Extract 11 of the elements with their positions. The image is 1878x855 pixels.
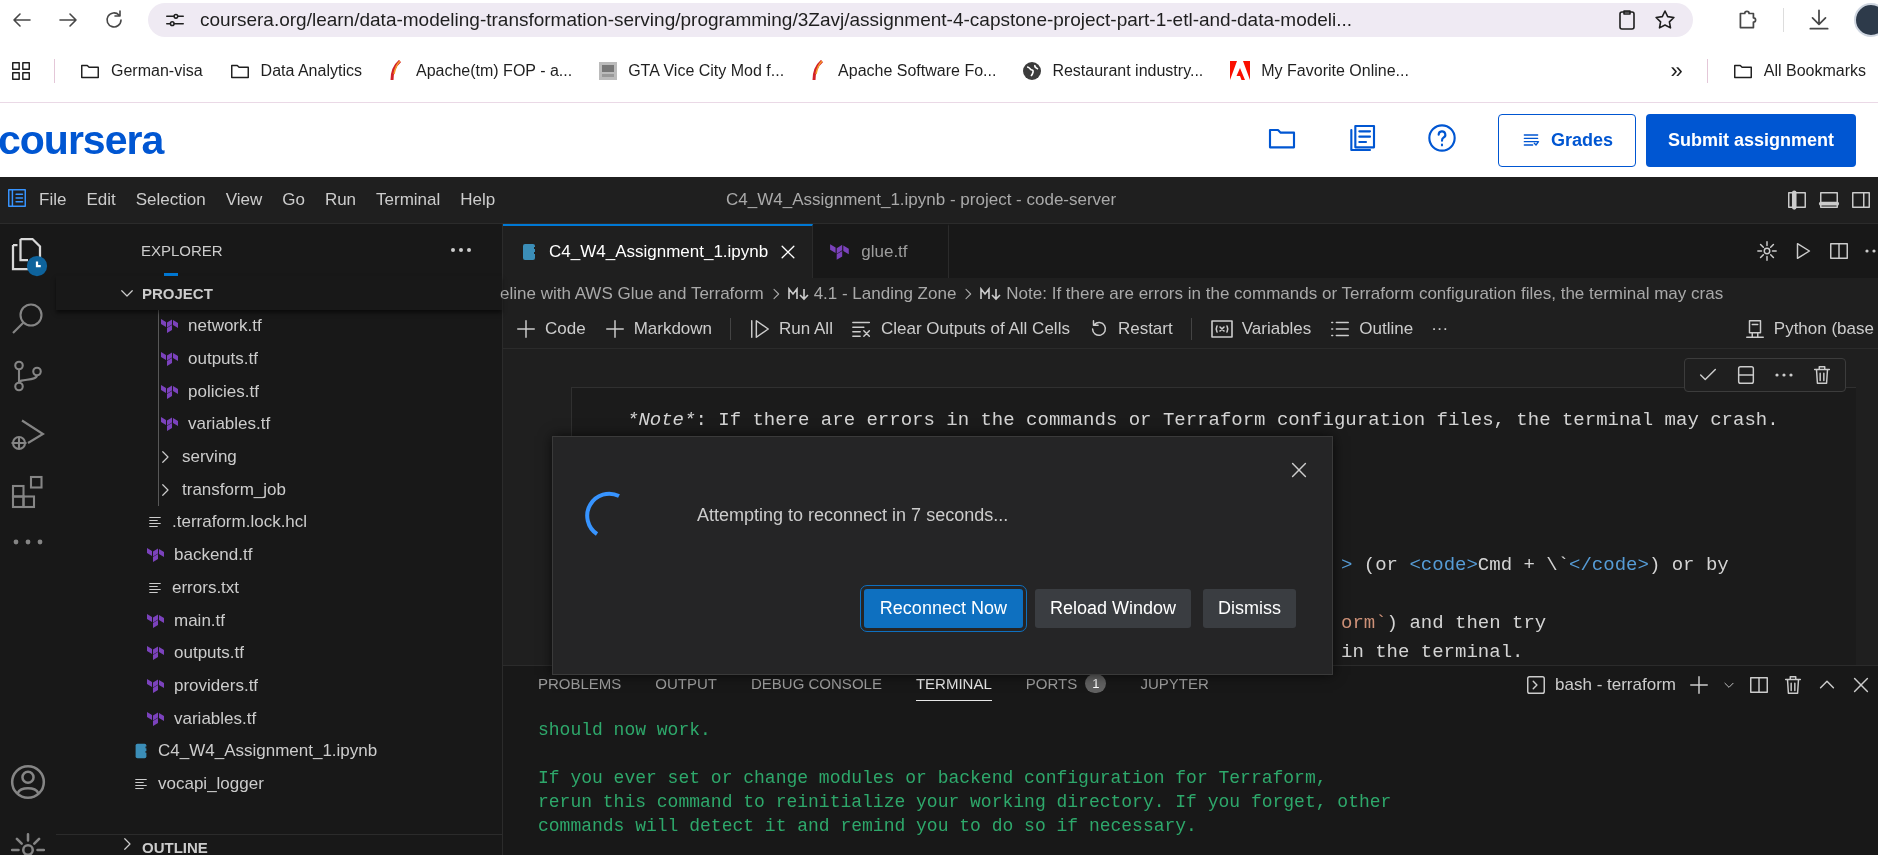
cell-text: *Note*: If there are errors in the commands or Terraform configuration files, the terminal may crash. <box>626 408 1780 433</box>
cell-text: in the terminal. <box>1341 640 1525 665</box>
terminal-output-line: If you ever set or change modules or backend configuration for Terraform, <box>538 767 1328 790</box>
window-title: C4_W4_Assignment_1.ipynb - project - code-server <box>726 190 1118 210</box>
cell-text: > (or <code>Cmd + \`</code>) or by <box>1341 553 1730 578</box>
terminal-output-line: commands will detect it and remind you to do so if necessary. <box>538 815 1198 838</box>
terminal-output-line: rerun this command to reinitialize your working directory. If you forget, other <box>538 791 1393 814</box>
terminal-output-line: should now work. <box>538 719 712 742</box>
explorer-title: EXPLORER <box>141 241 223 259</box>
cell-text: orm`) and then try <box>1341 611 1548 636</box>
dialog-message: Attempting to reconnect in 7 seconds... <box>697 504 1009 526</box>
